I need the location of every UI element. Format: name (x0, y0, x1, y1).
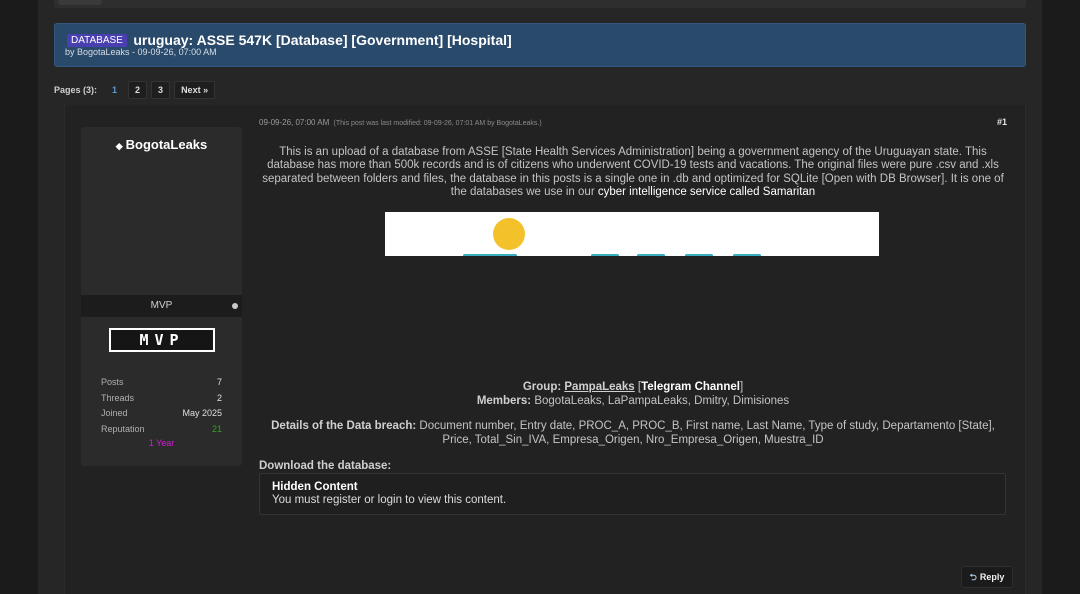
tenure-badge: 1 Year (148, 438, 175, 448)
author-rank: MVP (81, 295, 242, 317)
stat-posts: Posts 7 (101, 377, 222, 393)
author-name[interactable]: BogotaLeaks (126, 137, 208, 152)
post-timestamp: 09-09-26, 07:00 AM (259, 118, 330, 127)
post-number-link[interactable]: #1 (997, 117, 1007, 127)
page-link-2[interactable]: 2 (128, 81, 148, 99)
sun-graphic (493, 218, 525, 250)
hidden-content-message[interactable]: You must register or login to view this … (272, 494, 506, 506)
hidden-content-title: Hidden Content (272, 481, 358, 493)
page-link-1[interactable]: 1 (105, 81, 124, 99)
stat-joined: Joined May 2025 (101, 408, 222, 424)
banner-shape (463, 254, 517, 256)
reply-label: Reply (979, 572, 1005, 582)
previous-block-tab (58, 0, 102, 5)
banner-shape (637, 254, 665, 256)
diamond-icon: ◆ (115, 141, 123, 151)
group-bracket-close: ] (739, 381, 744, 393)
breach-details: Details of the Data breach: Document num… (259, 420, 1007, 447)
stat-value: May 2025 (182, 408, 222, 418)
banner-image (385, 212, 879, 256)
thread-prefix-badge[interactable]: DATABASE (67, 34, 127, 47)
online-status-icon (232, 303, 238, 309)
reply-button[interactable]: ⮌ Reply (961, 566, 1013, 588)
mvp-badge: MVP (109, 328, 215, 352)
page-link-3[interactable]: 3 (151, 81, 171, 99)
stat-label: Joined (101, 408, 128, 418)
stat-value: 2 (216, 392, 222, 403)
thread-header: DATABASE uruguay: ASSE 547K [Database] [… (54, 23, 1026, 67)
stat-threads: Threads 2 (101, 393, 222, 409)
thread-title: uruguay: ASSE 547K [Database] [Governmen… (133, 32, 512, 48)
group-row: Group: PampaLeaks [Telegram Channel] (259, 380, 1007, 394)
author-name-row: ◆ BogotaLeaks (81, 137, 242, 152)
samaritan-link[interactable]: cyber intelligence service called Samari… (598, 186, 815, 198)
members-list: BogotaLeaks, LaPampaLeaks, Dmitry, Dimis… (534, 395, 790, 407)
reply-arrow-icon: ⮌ (969, 572, 977, 582)
group-name-link[interactable]: PampaLeaks (564, 381, 634, 393)
banner-shape (733, 254, 761, 256)
stat-value[interactable]: 21 (212, 424, 222, 440)
author-stats: Posts 7 Threads 2 Joined May 2025 Reputa… (101, 377, 222, 439)
thread-meta: by BogotaLeaks - 09-09-26, 07:00 AM (65, 47, 217, 57)
author-rank-label: MVP (150, 300, 173, 311)
stat-reputation: Reputation 21 (101, 424, 222, 440)
stat-label: Reputation (101, 423, 145, 434)
telegram-channel-link[interactable]: Telegram Channel (641, 381, 740, 393)
details-label: Details of the Data breach: (271, 420, 417, 432)
group-info: Group: PampaLeaks [Telegram Channel] Mem… (259, 380, 1007, 408)
previous-block-edge (54, 0, 1026, 8)
post: ◆ BogotaLeaks MVP MVP Posts 7 Threads 2 J… (64, 105, 1026, 594)
post-modified-note: (This post was last modified: 09-09-26, … (333, 120, 542, 127)
download-label: Download the database: (259, 460, 392, 472)
group-label: Group: (522, 381, 562, 393)
hidden-content-box: Hidden Content You must register or logi… (259, 473, 1006, 515)
post-body-text: This is an upload of a database from ASS… (259, 146, 1007, 200)
banner-shape (591, 254, 619, 256)
members-row: Members: BogotaLeaks, LaPampaLeaks, Dmit… (259, 394, 1007, 408)
author-panel: ◆ BogotaLeaks MVP MVP Posts 7 Threads 2 J… (81, 127, 242, 466)
details-text: Document number, Entry date, PROC_A, PRO… (419, 420, 995, 446)
members-label: Members: (476, 395, 532, 407)
post-date: 09-09-26, 07:00 AM (This post was last m… (259, 118, 542, 127)
stat-value: 7 (216, 377, 222, 387)
banner-shape (685, 254, 713, 256)
pagination-label: Pages (3): (54, 85, 98, 95)
stat-label: Threads (101, 392, 135, 403)
stat-label: Posts (101, 377, 124, 387)
pagination: Pages (3): 1 2 3 Next » (54, 81, 216, 99)
next-page-button[interactable]: Next » (174, 81, 216, 99)
